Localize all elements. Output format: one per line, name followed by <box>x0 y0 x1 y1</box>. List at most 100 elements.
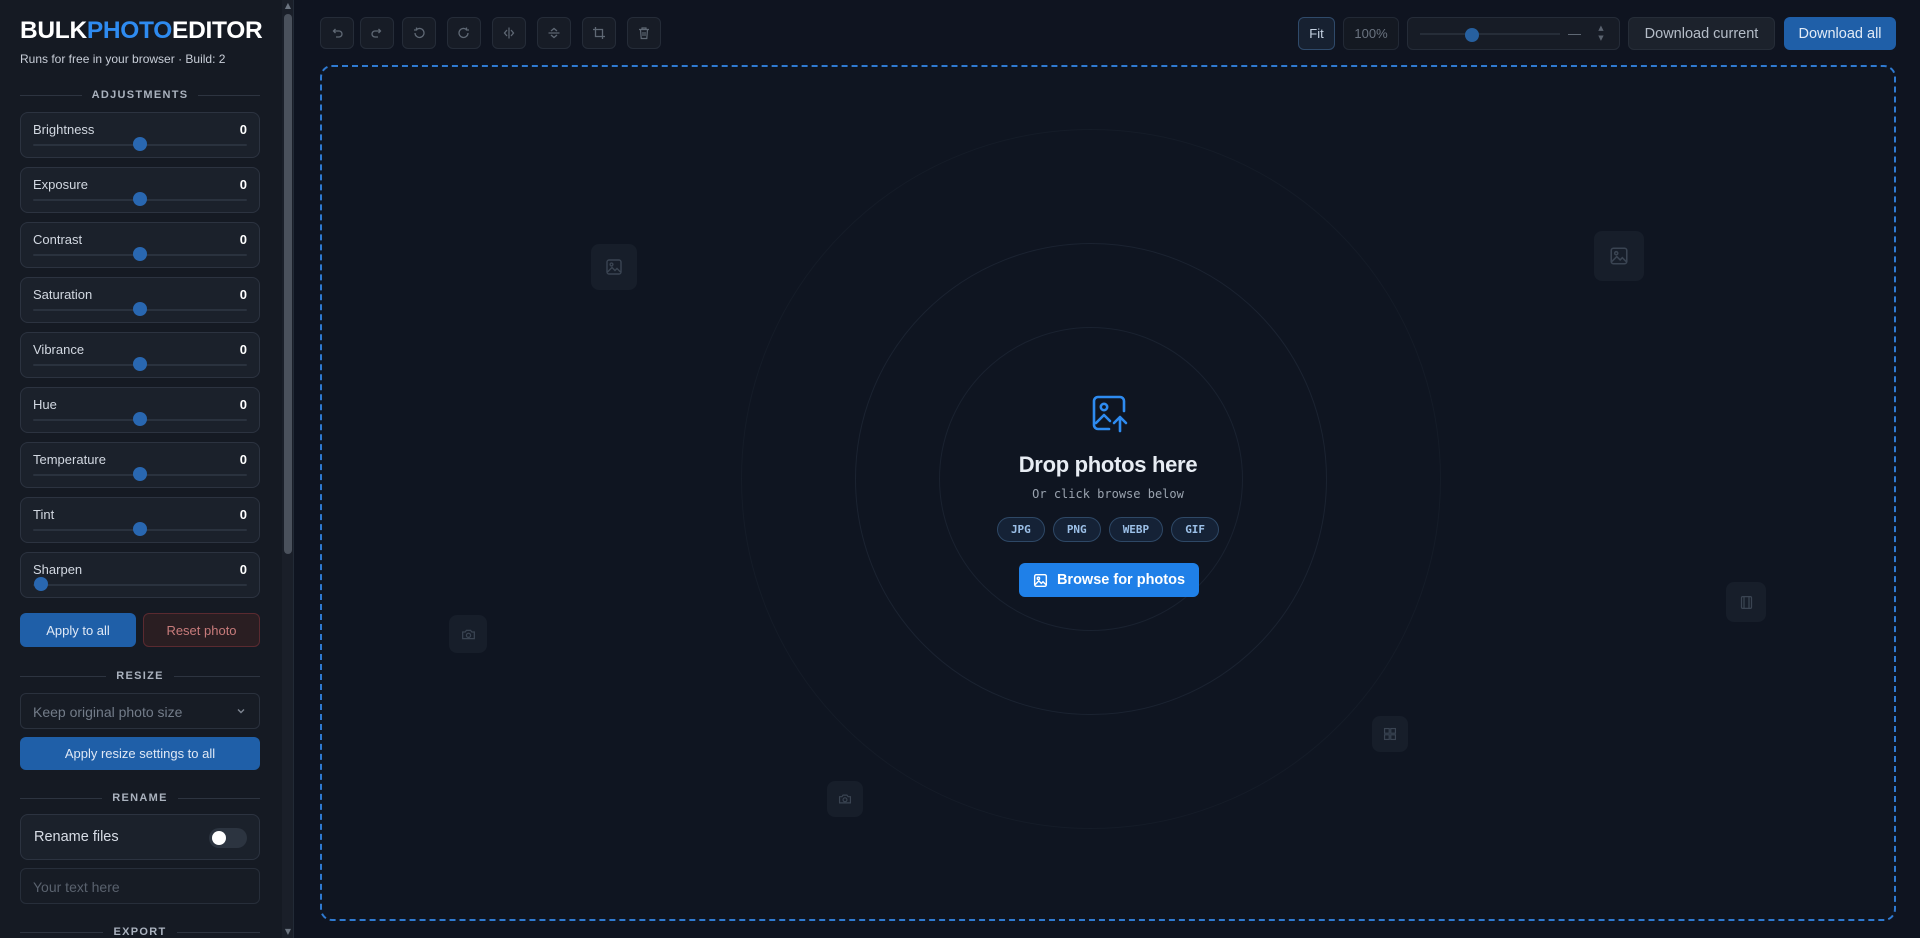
scroll-up-arrow-icon[interactable]: ▲ <box>284 2 292 10</box>
zoom-spinner-icon[interactable]: ▲ ▼ <box>1597 23 1605 43</box>
redo-button[interactable] <box>360 17 394 49</box>
reset-photo-button[interactable]: Reset photo <box>143 613 260 647</box>
app-window: BULKPHOTOEDITOR Runs for free in your br… <box>0 0 1920 938</box>
undo-button[interactable] <box>320 17 354 49</box>
adjustment-label: Hue <box>33 397 57 412</box>
adjustment-label: Contrast <box>33 232 83 247</box>
adjustment-label: Brightness <box>33 122 95 137</box>
adjustment-label: Exposure <box>33 177 88 192</box>
adjustment-slider-thumb[interactable] <box>133 302 147 316</box>
adjustment-value: 0 <box>239 177 247 192</box>
flip-horizontal-button[interactable] <box>492 17 526 49</box>
adjustment-sharpen: Sharpen 0 <box>20 552 260 598</box>
format-chip-jpg: JPG <box>996 517 1045 542</box>
flip-horizontal-icon <box>503 27 515 39</box>
flip-vertical-button[interactable] <box>537 17 571 49</box>
apply-resize-button[interactable]: Apply resize settings to all <box>20 737 260 770</box>
adjustment-vibrance: Vibrance 0 <box>20 332 260 378</box>
adjustment-hue: Hue 0 <box>20 387 260 433</box>
crop-button[interactable] <box>582 17 616 49</box>
adjustment-label: Saturation <box>33 287 93 302</box>
adjustment-slider-thumb[interactable] <box>133 137 147 151</box>
format-chips: JPG PNG WEBP GIF <box>322 517 1894 542</box>
delete-icon <box>639 27 649 40</box>
floating-camera-icon <box>827 781 863 817</box>
zoom-control: — ▲ ▼ <box>1407 17 1620 50</box>
zoom-value[interactable]: — <box>1568 26 1581 41</box>
rotate-right-icon <box>458 27 469 39</box>
zoom-slider-thumb[interactable] <box>1465 28 1479 42</box>
adjustment-value: 0 <box>239 342 247 357</box>
rename-text-placeholder: Your text here <box>33 879 120 895</box>
adjustment-label: Sharpen <box>33 562 83 577</box>
adjustment-brightness: Brightness 0 <box>20 112 260 158</box>
adjustment-value: 0 <box>239 452 247 467</box>
zoom-slider-track[interactable] <box>1420 33 1560 35</box>
browse-photos-button[interactable]: Browse for photos <box>1019 563 1199 597</box>
drop-zone[interactable]: Drop photos here Or click browse below J… <box>320 65 1896 921</box>
image-icon <box>1033 573 1047 587</box>
section-title-rename: RENAME <box>20 791 260 805</box>
logo: BULKPHOTOEDITOR <box>20 17 263 44</box>
chevron-down-icon <box>237 709 245 714</box>
adjustment-slider-thumb[interactable] <box>133 357 147 371</box>
rotate-left-button[interactable] <box>402 17 436 49</box>
apply-to-all-button[interactable]: Apply to all <box>20 613 136 647</box>
adjustment-slider-track[interactable] <box>33 584 247 586</box>
adjustment-saturation: Saturation 0 <box>20 277 260 323</box>
floating-camera-icon <box>449 615 487 653</box>
adjustment-slider-thumb[interactable] <box>133 412 147 426</box>
download-all-button[interactable]: Download all <box>1784 17 1896 50</box>
adjustment-label: Vibrance <box>33 342 85 357</box>
zoom-percent-button[interactable]: 100% <box>1343 17 1399 50</box>
sidebar-scrollbar[interactable]: ▲ ▼ <box>282 0 294 938</box>
floating-film-icon <box>1726 582 1766 622</box>
adjustment-slider-thumb[interactable] <box>133 192 147 206</box>
floating-gallery-icon <box>1372 716 1408 752</box>
tagline: Runs for free in your browser · Build: 2 <box>20 52 226 66</box>
adjustment-label: Temperature <box>33 452 106 467</box>
scrollbar-thumb[interactable] <box>284 14 292 554</box>
adjustment-slider-thumb[interactable] <box>133 522 147 536</box>
flip-vertical-icon <box>548 27 560 39</box>
section-title-resize: RESIZE <box>20 669 260 683</box>
drop-subtitle: Or click browse below <box>1032 487 1184 501</box>
section-title-adjustments: ADJUSTMENTS <box>20 88 260 102</box>
resize-select[interactable]: Keep original photo size <box>20 693 260 729</box>
adjustment-exposure: Exposure 0 <box>20 167 260 213</box>
adjustment-value: 0 <box>239 287 247 302</box>
rename-text-input[interactable]: Your text here <box>20 868 260 904</box>
format-chip-gif: GIF <box>1171 517 1220 542</box>
adjustment-slider-thumb[interactable] <box>34 577 48 591</box>
sidebar: BULKPHOTOEDITOR Runs for free in your br… <box>0 0 282 938</box>
adjustment-value: 0 <box>239 507 247 522</box>
adjustment-slider-thumb[interactable] <box>133 467 147 481</box>
resize-select-value: Keep original photo size <box>33 704 183 720</box>
section-title-export: EXPORT <box>20 925 260 938</box>
adjustment-value: 0 <box>239 232 247 247</box>
floating-image-icon <box>1594 231 1644 281</box>
undo-icon <box>332 28 343 38</box>
rename-files-label: Rename files <box>34 829 119 845</box>
redo-icon <box>371 28 382 38</box>
adjustment-temperature: Temperature 0 <box>20 442 260 488</box>
rotate-right-button[interactable] <box>447 17 481 49</box>
format-chip-png: PNG <box>1052 517 1101 542</box>
floating-image-icon <box>591 244 637 290</box>
browse-photos-label: Browse for photos <box>1056 572 1186 588</box>
adjustment-value: 0 <box>239 562 247 577</box>
adjustment-label: Tint <box>33 507 55 522</box>
adjustment-contrast: Contrast 0 <box>20 222 260 268</box>
rename-files-row: Rename files <box>20 814 260 860</box>
adjustment-tint: Tint 0 <box>20 497 260 543</box>
format-chip-webp: WEBP <box>1108 517 1164 542</box>
download-current-button[interactable]: Download current <box>1628 17 1775 50</box>
delete-button[interactable] <box>627 17 661 49</box>
adjustment-value: 0 <box>239 397 247 412</box>
adjustment-slider-thumb[interactable] <box>133 247 147 261</box>
rename-files-toggle[interactable] <box>209 828 247 848</box>
image-upload-icon <box>1092 395 1128 433</box>
scroll-down-arrow-icon[interactable]: ▼ <box>284 928 292 936</box>
fit-button[interactable]: Fit <box>1298 17 1335 50</box>
rotate-left-icon <box>414 27 425 39</box>
